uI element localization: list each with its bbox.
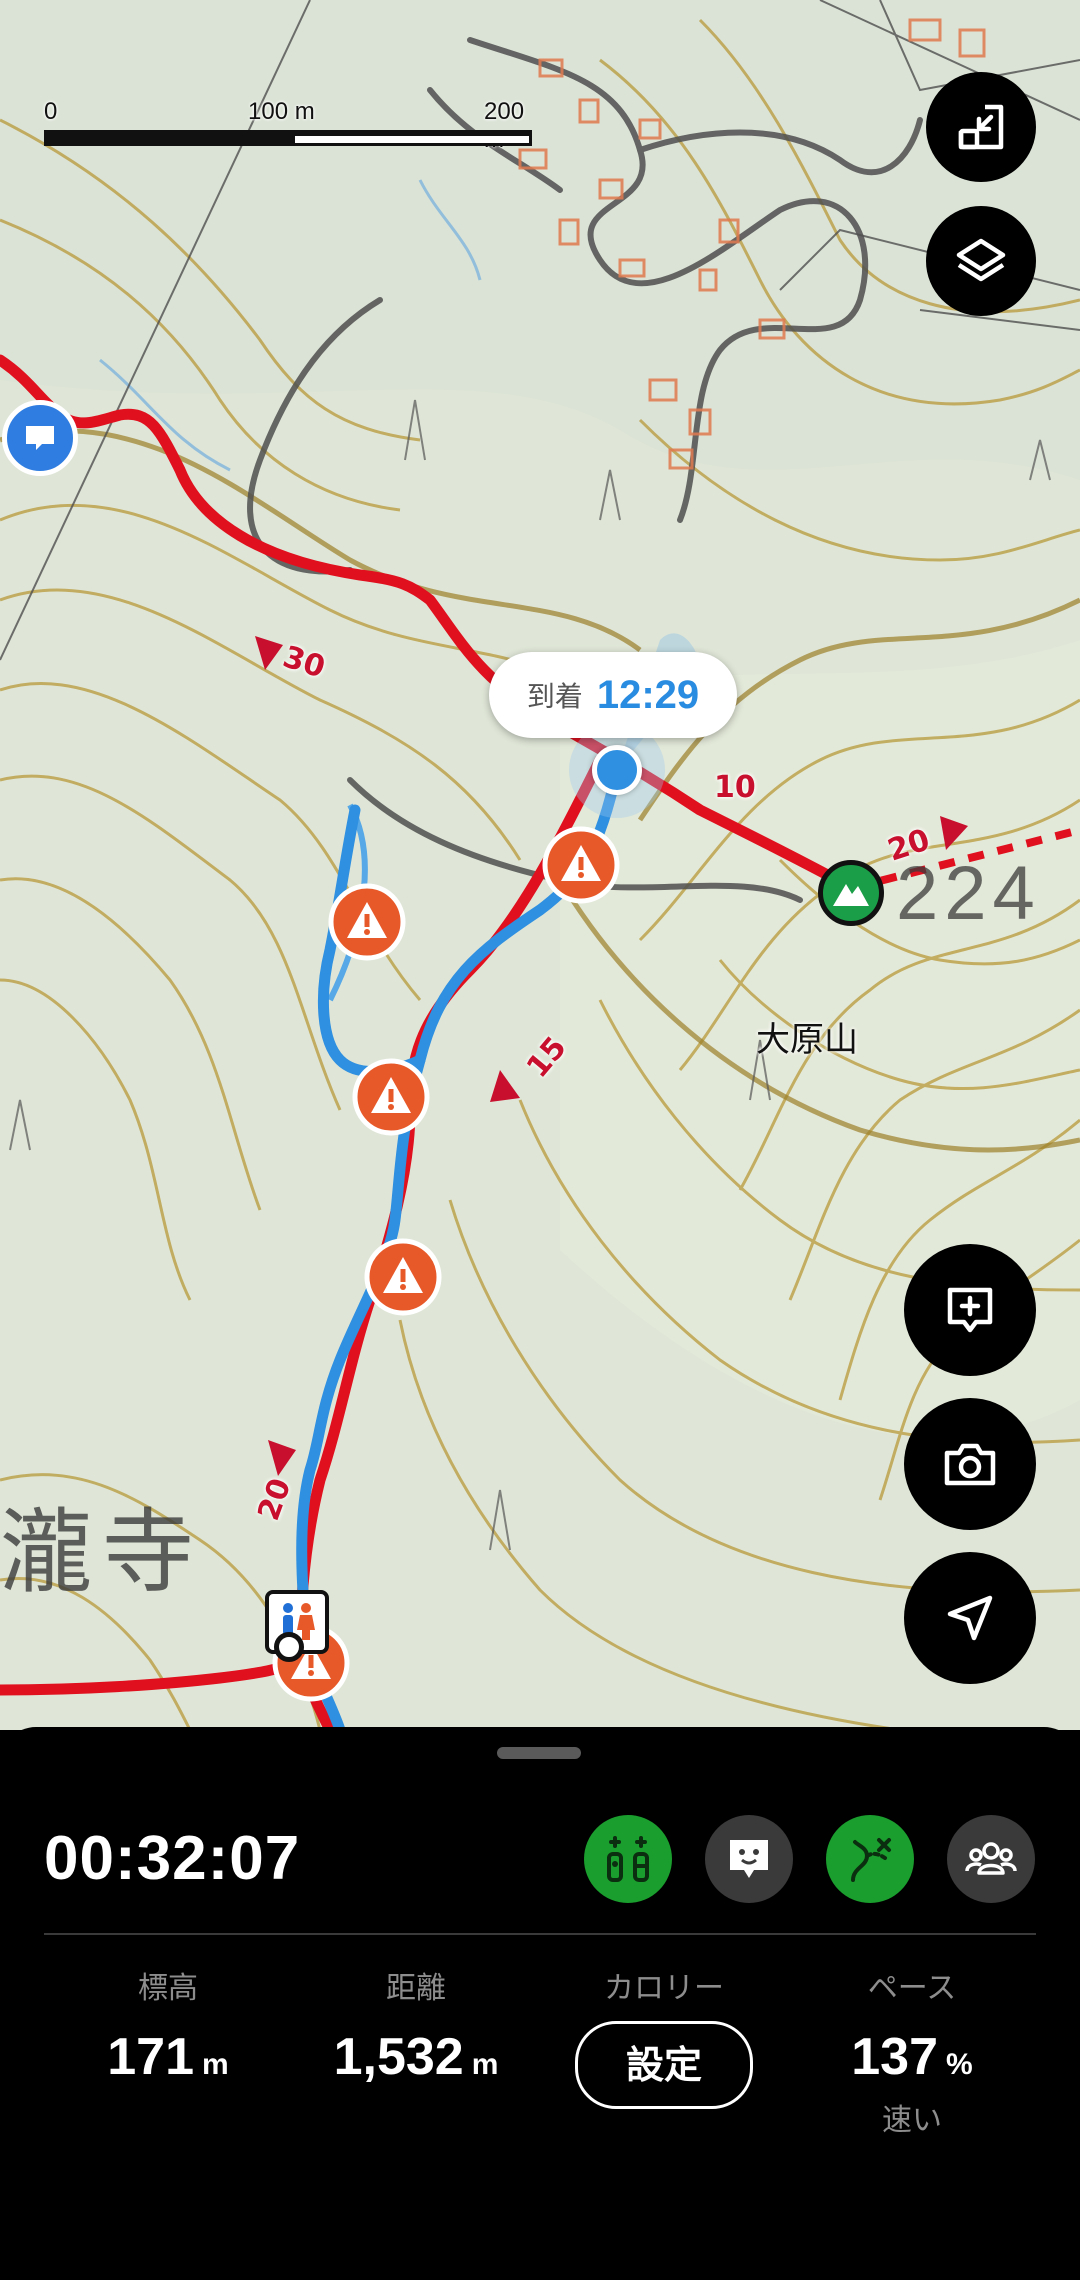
pace-stat: ペース 137% 速い xyxy=(792,1963,1032,2139)
comment-marker[interactable] xyxy=(2,400,78,476)
start-point-marker xyxy=(274,1632,304,1662)
battery-saver-icon xyxy=(607,1836,649,1882)
distance-label: 距離 xyxy=(386,1971,446,2006)
calories-settings-button[interactable]: 設定 xyxy=(575,2021,753,2109)
elevation-value: 171 m xyxy=(107,2028,229,2086)
exit-fullscreen-button[interactable] xyxy=(926,72,1036,182)
elevation-stat: 標高 171 m xyxy=(48,1963,288,2087)
elapsed-time: 00:32:07 xyxy=(44,1824,301,1893)
companion-button[interactable] xyxy=(705,1815,793,1903)
add-memo-button[interactable] xyxy=(904,1244,1036,1376)
chat-bear-icon xyxy=(730,1840,768,1878)
calories-stat: カロリー 設定 xyxy=(544,1963,784,2109)
calories-label: カロリー xyxy=(604,1971,724,2006)
map-layers-button[interactable] xyxy=(926,206,1036,316)
camera-button[interactable] xyxy=(904,1398,1036,1530)
record-mode-button[interactable] xyxy=(584,1815,672,1903)
layers-icon xyxy=(956,238,1006,282)
activity-panel[interactable]: 00:32:07 標高 171 m 距離 1,532 m カロリー 設定 ペース 1… xyxy=(0,1727,1080,2280)
warning-icon xyxy=(352,1058,430,1136)
arrival-label: 到着 xyxy=(526,680,583,713)
comment-icon xyxy=(26,426,54,450)
mountain-name-label: 大原山 xyxy=(756,1020,858,1060)
warning-marker[interactable] xyxy=(351,1057,431,1137)
camera-icon xyxy=(944,1443,996,1486)
current-location-marker xyxy=(592,745,642,795)
navigation-arrow-icon xyxy=(947,1595,993,1641)
summit-marker[interactable] xyxy=(818,860,884,926)
sheet-drag-handle[interactable] xyxy=(497,1747,581,1759)
distance-value: 1,532 m xyxy=(333,2028,499,2086)
warning-marker[interactable] xyxy=(363,1237,443,1317)
off-route-alert-button[interactable] xyxy=(826,1815,914,1903)
segment-time-label: 10 xyxy=(714,770,756,805)
scale-label-zero: 0 xyxy=(44,98,58,125)
elevation-label: 標高 xyxy=(138,1971,198,2006)
navigation-button[interactable] xyxy=(904,1552,1036,1684)
map-view[interactable]: 30 10 20 15 20 大原山 瀧寺 224 0 100 m 200 m xyxy=(0,0,1080,1730)
scale-label-100: 100 m xyxy=(248,98,315,125)
warning-marker[interactable] xyxy=(327,882,407,962)
place-name-label: 瀧寺 xyxy=(0,1499,205,1606)
scale-bar: 0 100 m 200 m xyxy=(44,98,534,158)
group-members-button[interactable] xyxy=(947,1815,1035,1903)
group-icon xyxy=(965,1842,1017,1875)
mountain-icon xyxy=(833,884,869,906)
pace-label: ペース xyxy=(867,1971,957,2006)
contour-elevation-label: 224 xyxy=(896,851,1041,936)
pace-note: 速い xyxy=(882,2103,942,2138)
exit-fullscreen-icon xyxy=(958,104,1004,150)
warning-marker[interactable] xyxy=(541,825,621,905)
warning-icon xyxy=(328,883,406,961)
arrival-time-bubble[interactable]: 到着 12:29 xyxy=(489,652,737,738)
warning-icon xyxy=(542,826,620,904)
distance-stat: 距離 1,532 m xyxy=(296,1963,536,2087)
panel-divider xyxy=(44,1933,1036,1935)
add-memo-icon xyxy=(947,1287,993,1333)
scale-bar-graphic xyxy=(44,130,532,146)
arrival-time: 12:29 xyxy=(596,672,700,717)
pace-value: 137% xyxy=(851,2028,973,2086)
route-deviation-icon xyxy=(851,1838,891,1882)
warning-icon xyxy=(364,1238,442,1316)
